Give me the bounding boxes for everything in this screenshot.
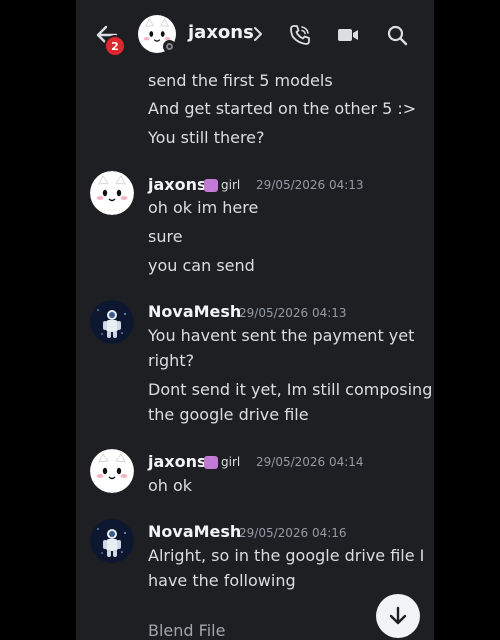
message-text: Blend File bbox=[148, 621, 226, 640]
channel-name[interactable]: jaxons bbox=[188, 22, 254, 43]
message-text: Alright, so in the google drive file I bbox=[148, 546, 425, 565]
phone-call-icon[interactable] bbox=[288, 23, 312, 47]
role-tag: girl bbox=[204, 454, 240, 470]
scroll-to-bottom-button[interactable] bbox=[376, 594, 420, 638]
message-text: send the first 5 models bbox=[148, 71, 333, 90]
message-text: you can send bbox=[148, 256, 255, 275]
message-text: have the following bbox=[148, 571, 296, 590]
crown-icon bbox=[204, 455, 218, 469]
message-timestamp: 29/05/2026 04:14 bbox=[256, 455, 364, 469]
crown-icon bbox=[204, 178, 218, 192]
chevron-right-icon[interactable] bbox=[253, 26, 263, 42]
message-text: right? bbox=[148, 351, 195, 370]
chat-screen: 2 jaxons send the first 5 models And get… bbox=[76, 0, 434, 640]
role-tag: girl bbox=[204, 177, 240, 193]
message-author[interactable]: jaxons bbox=[148, 175, 207, 194]
message-author[interactable]: NovaMesh bbox=[148, 302, 241, 321]
message-author[interactable]: jaxons bbox=[148, 452, 207, 471]
message-text: sure bbox=[148, 227, 183, 246]
arrow-down-icon bbox=[389, 606, 407, 625]
role-tag-label: girl bbox=[221, 178, 241, 192]
message-text: Dont send it yet, Im still composing bbox=[148, 380, 433, 399]
video-camera-icon[interactable] bbox=[336, 23, 360, 47]
message-text: You still there? bbox=[148, 128, 265, 147]
chat-header: 2 jaxons bbox=[76, 0, 434, 66]
message-timestamp: 29/05/2026 04:13 bbox=[239, 306, 347, 320]
message-text: oh ok bbox=[148, 476, 193, 495]
message-text: oh ok im here bbox=[148, 198, 259, 217]
avatar[interactable] bbox=[90, 300, 134, 344]
message-timestamp: 29/05/2026 04:16 bbox=[239, 526, 347, 540]
notification-badge: 2 bbox=[106, 37, 124, 55]
message-text: You havent sent the payment yet bbox=[148, 326, 415, 345]
message-timestamp: 29/05/2026 04:13 bbox=[256, 178, 364, 192]
status-indicator bbox=[163, 40, 176, 53]
message-text: the google drive file bbox=[148, 405, 309, 424]
search-icon[interactable] bbox=[385, 23, 409, 47]
message-text: And get started on the other 5 :> bbox=[148, 99, 417, 118]
avatar[interactable] bbox=[90, 449, 134, 493]
role-tag-label: girl bbox=[221, 455, 241, 469]
message-author[interactable]: NovaMesh bbox=[148, 522, 241, 541]
avatar[interactable] bbox=[90, 519, 134, 563]
avatar[interactable] bbox=[90, 171, 134, 215]
